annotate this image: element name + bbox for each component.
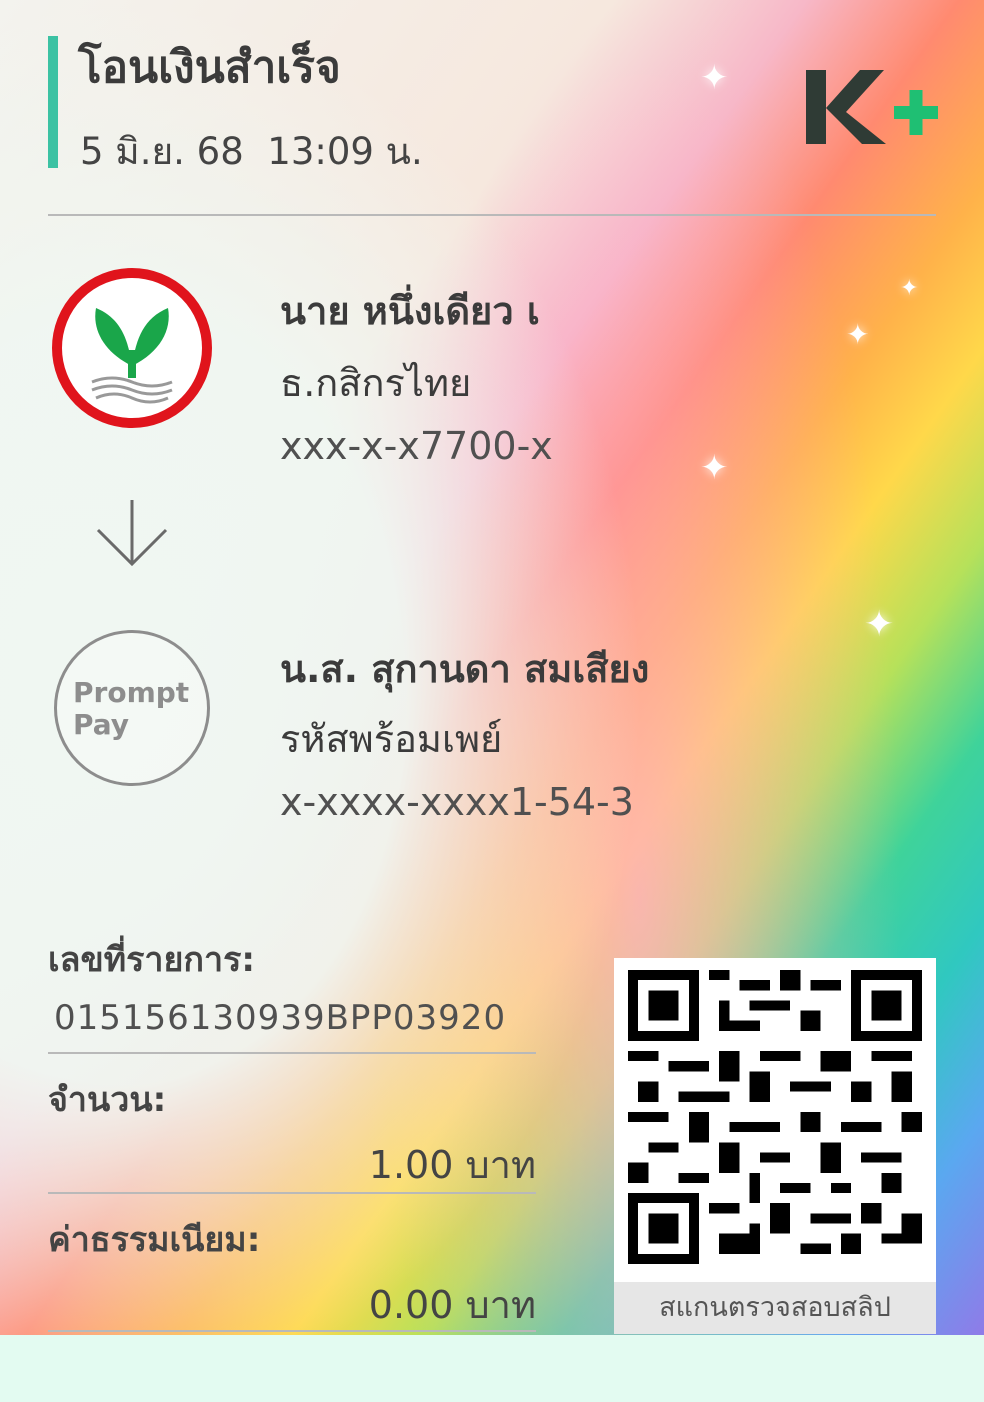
promptpay-logo-line1: Prompt xyxy=(73,676,190,709)
amount-value: 1.00 บาท xyxy=(368,1143,536,1187)
transfer-datetime: 5 มิ.ย. 68 13:09 น. xyxy=(80,122,423,181)
transaction-number: 015156130939BPP03920 xyxy=(54,998,507,1038)
sender-name: นาย หนึ่งเดียว เ xyxy=(280,289,540,333)
receiver-name: น.ส. สุกานดา สมเสียง xyxy=(280,647,650,691)
verification-qr-code[interactable]: สแกนตรวจสอบสลิป xyxy=(614,958,936,1334)
transfer-slip: ✦ ✦ ✦ ✦ ✦ โอนเงินสำเร็จ 5 มิ.ย. 68 13:09… xyxy=(0,0,984,1335)
qr-code-icon xyxy=(628,970,922,1264)
sender-bank: ธ.กสิกรไทย xyxy=(280,361,472,405)
amount-label: จำนวน: xyxy=(48,1080,167,1120)
kasikorn-bank-logo xyxy=(52,268,212,428)
details-divider xyxy=(48,1052,536,1054)
sparkle-icon: ✦ xyxy=(846,318,870,351)
sparkle-icon: ✦ xyxy=(864,604,895,645)
promptpay-logo-text: Prompt Pay xyxy=(73,677,189,741)
sparkle-icon: ✦ xyxy=(700,448,729,488)
sparkle-icon: ✦ xyxy=(900,276,919,301)
details-divider xyxy=(48,1192,536,1194)
sender-account: xxx-x-x7700-x xyxy=(280,424,553,468)
header-divider xyxy=(48,214,936,216)
transaction-number-label: เลขที่รายการ: xyxy=(48,940,255,980)
receiver-account: x-xxxx-xxxx1-54-3 xyxy=(280,780,634,824)
promptpay-logo-line2: Pay xyxy=(73,708,130,741)
fee-value: 0.00 บาท xyxy=(368,1283,536,1327)
promptpay-logo: Prompt Pay xyxy=(54,630,210,786)
qr-caption: สแกนตรวจสอบสลิป xyxy=(614,1282,936,1334)
details-divider xyxy=(48,1330,536,1332)
arrow-down-icon xyxy=(96,500,168,567)
kplus-logo xyxy=(806,70,938,144)
transfer-date: 5 มิ.ย. 68 xyxy=(80,130,244,173)
fee-label: ค่าธรรมเนียม: xyxy=(48,1220,261,1260)
receiver-channel: รหัสพร้อมเพย์ xyxy=(280,717,503,761)
page-title: โอนเงินสำเร็จ xyxy=(78,42,341,93)
kbank-leaf-icon xyxy=(91,308,173,404)
header-accent-bar xyxy=(48,36,58,168)
transfer-time: 13:09 น. xyxy=(267,130,423,173)
sparkle-icon: ✦ xyxy=(700,58,729,98)
